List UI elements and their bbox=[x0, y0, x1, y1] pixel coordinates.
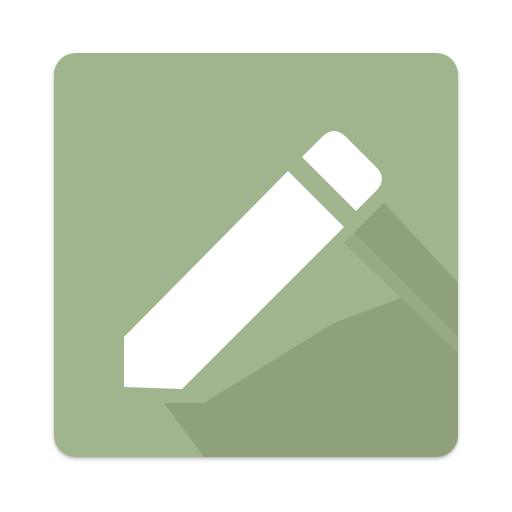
launcher-canvas bbox=[0, 0, 512, 512]
app-icon-tile[interactable] bbox=[54, 53, 458, 457]
pencil-icon bbox=[124, 131, 458, 457]
